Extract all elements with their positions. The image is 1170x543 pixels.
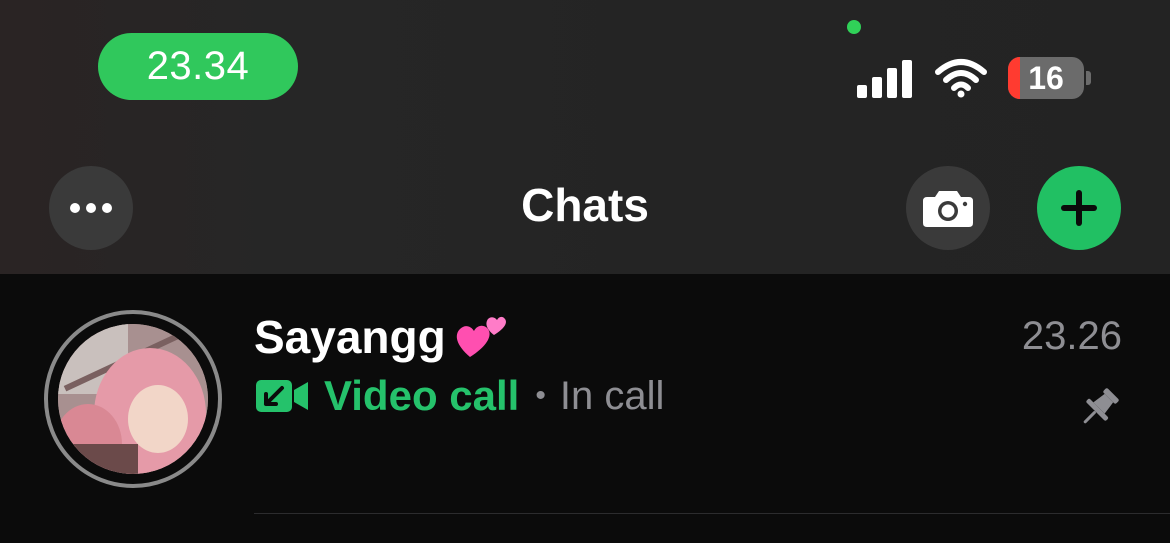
avatar [58,324,208,474]
top-bar: 23.34 16 Chats [0,0,1170,274]
cellular-signal-icon [857,60,912,98]
more-options-button[interactable] [49,166,133,250]
call-status: In call [559,373,665,418]
chat-name: Sayangg [254,310,510,364]
battery-level: 16 [1028,59,1064,96]
battery-cap [1086,71,1091,85]
pin-icon [1083,388,1119,424]
chat-timestamp: 23.26 [1021,314,1122,358]
separator-dot: • [535,379,546,412]
wifi-icon [935,59,987,98]
avatar-story-ring[interactable] [44,310,222,488]
row-divider [254,513,1170,514]
video-call-icon [256,380,308,412]
call-type: Video call [324,372,520,419]
plus-icon [1061,190,1097,226]
two-hearts-icon [456,316,506,357]
chat-name-text: Sayangg [254,311,446,363]
camera-button[interactable] [906,166,990,250]
ellipsis-icon [70,203,112,213]
camera-icon [923,191,973,227]
chat-list-item[interactable]: Sayangg 23.26 Video call • In call [0,274,1170,514]
status-time-pill[interactable]: 23.34 [98,33,298,100]
page-title: Chats [521,179,649,231]
chat-preview: Video call • In call [254,372,664,420]
privacy-indicator-dot [847,20,861,34]
chats-screen: 23.34 16 Chats Sayangg 23.26 Video call … [0,0,1170,543]
battery-indicator: 16 [1008,57,1084,99]
new-chat-button[interactable] [1037,166,1121,250]
status-time: 23.34 [146,44,250,88]
avatar-image [58,324,208,474]
